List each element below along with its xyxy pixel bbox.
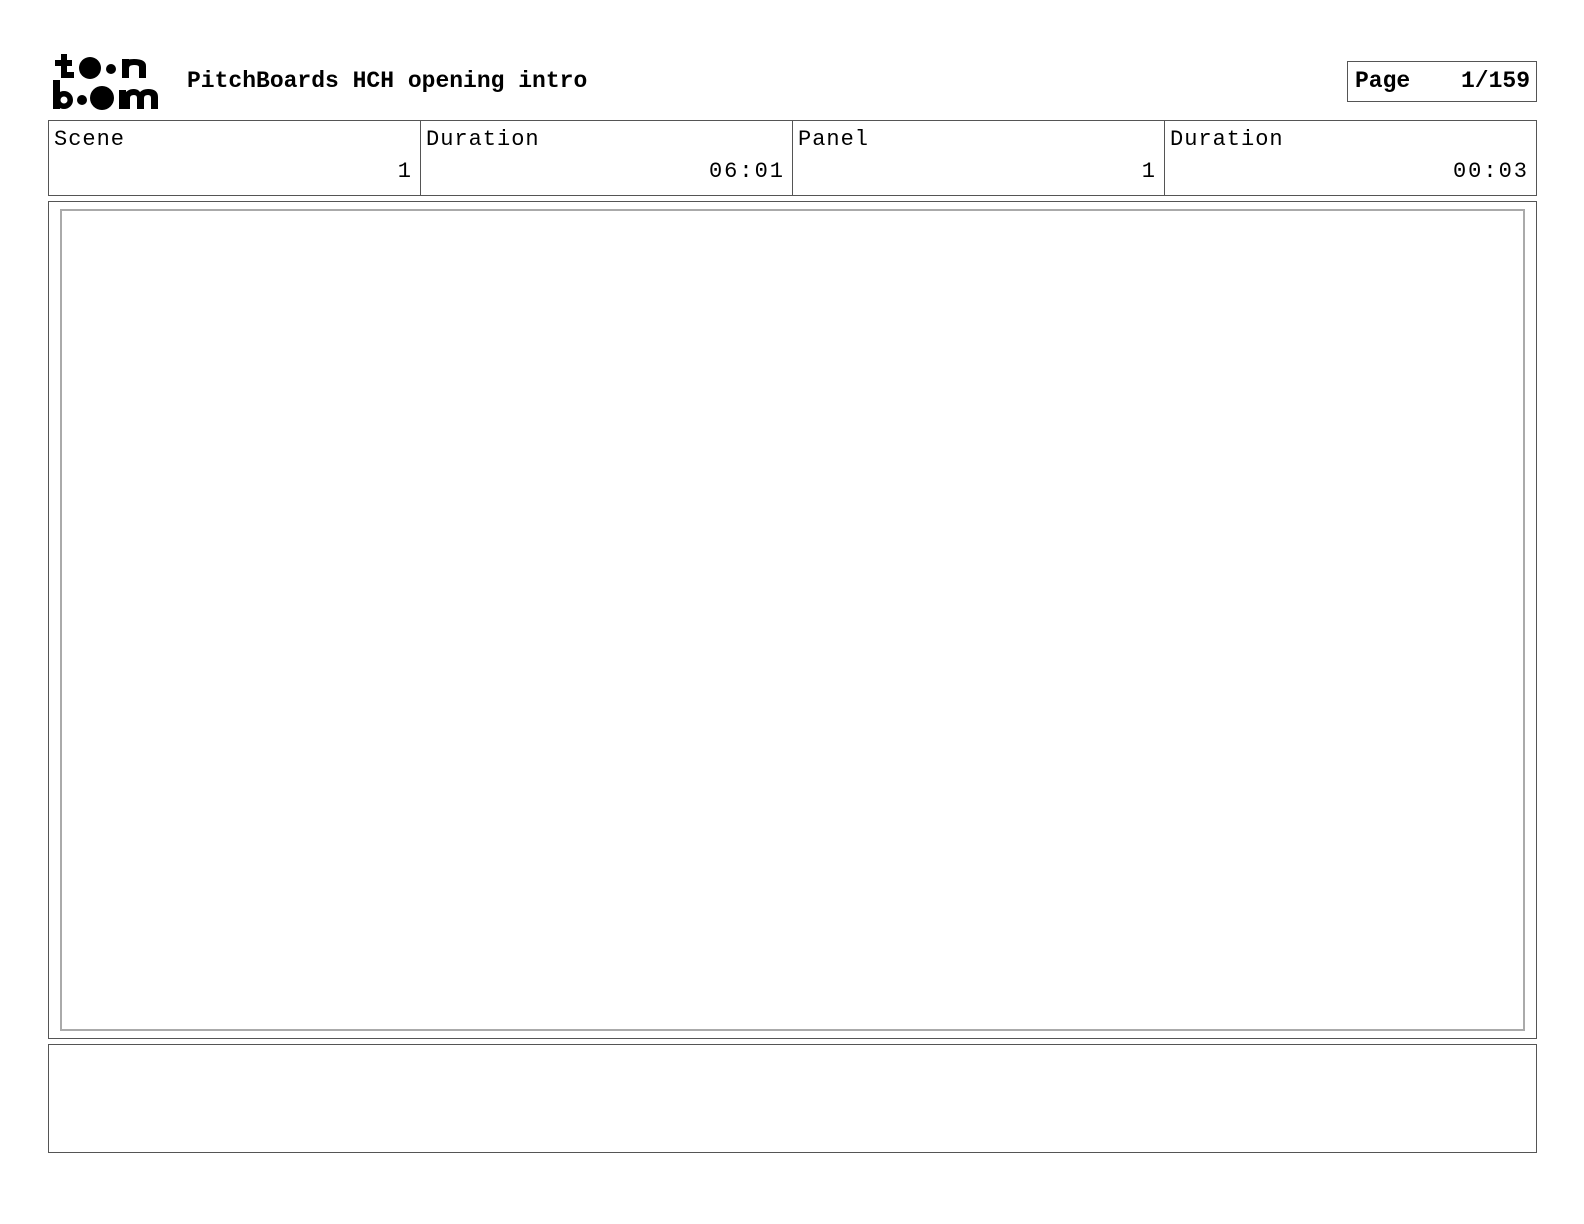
page-label: Page: [1355, 68, 1411, 94]
panel-cell: Panel 1: [792, 121, 1164, 195]
scene-label: Scene: [54, 127, 126, 152]
panel-label: Panel: [798, 127, 870, 152]
panel-notes-box: [48, 1044, 1537, 1153]
scene-cell: Scene 1: [49, 121, 420, 195]
panel-image-frame: [48, 201, 1537, 1039]
page-number: 1/159: [1460, 68, 1530, 94]
toon-boom-logo: [53, 54, 158, 110]
scene-value: 1: [397, 159, 413, 184]
panel-duration-cell: Duration 00:03: [1164, 121, 1536, 195]
scene-duration-value: 06:01: [708, 159, 785, 184]
page-indicator: Page 1/159: [1347, 61, 1537, 102]
document-title: PitchBoards HCH opening intro: [187, 68, 588, 94]
scene-duration-cell: Duration 06:01: [420, 121, 792, 195]
scene-info-table: Scene 1 Duration 06:01 Panel 1 Duration …: [48, 120, 1537, 196]
panel-image-area: [60, 209, 1525, 1031]
panel-value: 1: [1141, 159, 1157, 184]
scene-duration-label: Duration: [426, 127, 540, 152]
panel-duration-label: Duration: [1170, 127, 1284, 152]
panel-duration-value: 00:03: [1452, 159, 1529, 184]
